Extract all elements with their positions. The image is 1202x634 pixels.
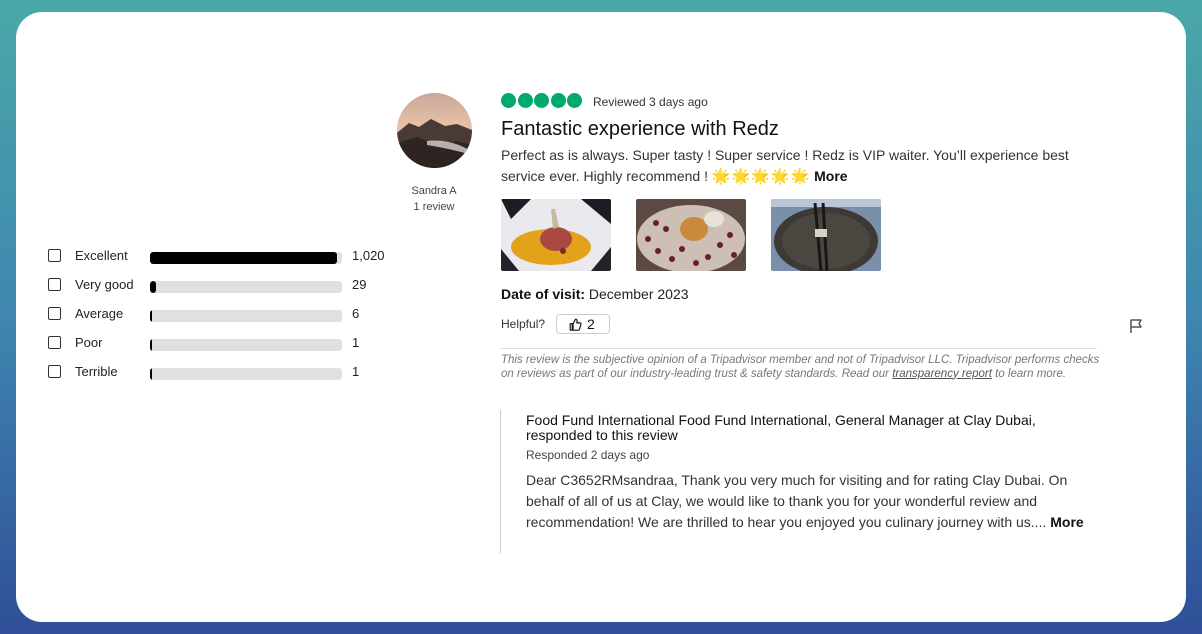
filter-row-very-good[interactable]: Very good 29 [48, 277, 408, 297]
avatar-landscape-image [397, 93, 472, 168]
rating-bubble-icon [534, 93, 550, 108]
review-card: Excellent 1,020 Very good 29 Average 6 P… [16, 12, 1186, 622]
rating-bar [150, 252, 342, 264]
review-photo[interactable] [636, 199, 746, 271]
review-photo[interactable] [501, 199, 611, 271]
checkbox[interactable] [48, 365, 61, 378]
filter-label: Very good [75, 277, 134, 292]
rating-bar-fill [150, 252, 338, 264]
filter-count: 1 [352, 335, 360, 350]
divider [501, 348, 1097, 349]
review-body: Perfect as is always. Super tasty ! Supe… [501, 145, 1101, 187]
disclaimer-text-end: to learn more. [995, 367, 1067, 380]
checkbox[interactable] [48, 278, 61, 291]
flag-icon[interactable] [1128, 318, 1144, 334]
filter-count: 6 [352, 306, 360, 321]
thumbs-up-icon [569, 318, 582, 331]
filter-count: 29 [352, 277, 367, 292]
response-body: Dear C3652RMsandraa, Thank you very much… [526, 470, 1101, 533]
checkbox[interactable] [48, 307, 61, 320]
rating-bubble-icon [567, 93, 583, 108]
response-text: Dear C3652RMsandraa, Thank you very much… [526, 472, 1068, 530]
helpful-count: 2 [587, 316, 595, 332]
checkbox[interactable] [48, 336, 61, 349]
filter-row-excellent[interactable]: Excellent 1,020 [48, 248, 408, 268]
date-of-visit-label: Date of visit: [501, 286, 586, 302]
filter-count: 1 [352, 364, 360, 379]
response-date: Responded 2 days ago [526, 448, 650, 462]
reviewer-name[interactable]: Sandra A [384, 185, 484, 197]
helpful-label: Helpful? [501, 317, 546, 331]
response-more-link[interactable]: More [1050, 514, 1083, 530]
rating-bar [150, 368, 342, 380]
photo-dish-3 [771, 199, 881, 271]
reviewed-date: Reviewed 3 days ago [593, 95, 708, 109]
response-divider [500, 410, 501, 553]
rating-bar-fill [150, 310, 152, 322]
checkbox[interactable] [48, 249, 61, 262]
response-heading: Food Fund International Food Fund Intern… [526, 412, 1036, 443]
review-title[interactable]: Fantastic experience with Redz [501, 118, 779, 141]
filter-row-terrible[interactable]: Terrible 1 [48, 364, 408, 384]
photo-dish-1 [501, 199, 611, 271]
reviewer-review-count: 1 review [413, 201, 455, 213]
avatar[interactable] [397, 93, 472, 168]
rating-bar [150, 310, 342, 322]
rating-bubble-icon [501, 93, 516, 108]
filter-label: Terrible [75, 364, 118, 379]
review-disclaimer: This review is the subjective opinion of… [501, 354, 1101, 381]
more-link[interactable]: More [814, 168, 847, 184]
filter-row-poor[interactable]: Poor 1 [48, 335, 408, 355]
rating-bar-fill [150, 281, 156, 293]
photo-dish-2 [636, 199, 746, 271]
filter-label: Average [75, 306, 124, 321]
star-emoji-icons: 🌟🌟🌟🌟🌟 [711, 168, 811, 185]
rating-bar [150, 339, 342, 351]
date-of-visit: Date of visit: December 2023 [501, 286, 689, 302]
rating-bar-fill [150, 368, 152, 380]
rating-bar-fill [150, 339, 152, 351]
transparency-report-link[interactable]: transparency report [892, 368, 992, 380]
helpful-vote-button[interactable]: 2 [556, 314, 610, 334]
rating-bubble-icon [517, 93, 533, 108]
filter-label: Poor [75, 335, 103, 350]
filter-count: 1,020 [352, 248, 385, 263]
rating-bubble-icon [550, 93, 566, 108]
review-photo[interactable] [771, 199, 881, 271]
rating-bar [150, 281, 342, 293]
date-of-visit-value: December 2023 [588, 286, 689, 302]
filter-label: Excellent [75, 248, 128, 263]
filter-row-average[interactable]: Average 6 [48, 306, 408, 326]
bubble-rating [501, 93, 584, 109]
